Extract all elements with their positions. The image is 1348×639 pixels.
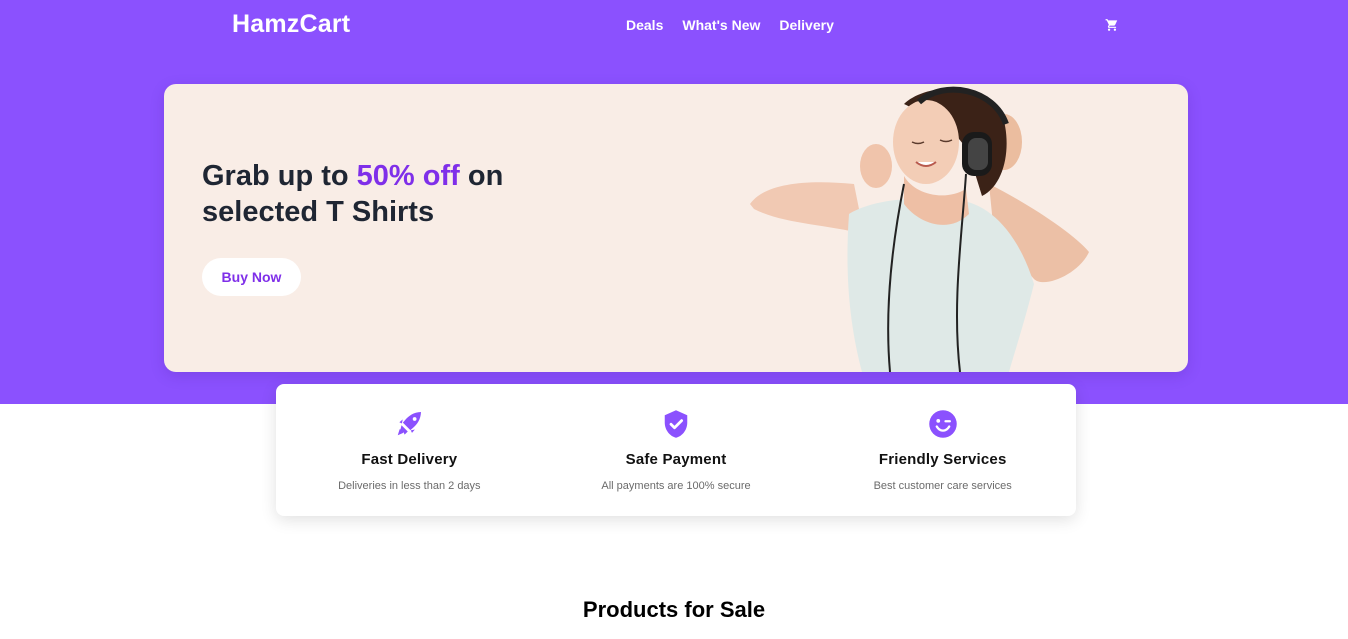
feature-title: Safe Payment (625, 451, 727, 468)
hero-title: Grab up to 50% off on selected T Shirts (202, 158, 622, 230)
nav-whats-new[interactable]: What's New (682, 17, 760, 33)
nav-deals[interactable]: Deals (626, 17, 663, 33)
cart-icon[interactable] (1105, 18, 1119, 32)
feature-fast-delivery: Fast Delivery Deliveries in less than 2 … (276, 384, 543, 516)
feature-desc: All payments are 100% secure (601, 480, 751, 492)
feature-safe-payment: Safe Payment All payments are 100% secur… (543, 384, 810, 516)
nav-delivery[interactable]: Delivery (779, 17, 833, 33)
feature-title: Friendly Services (878, 451, 1007, 468)
rocket-icon (398, 412, 422, 436)
hero-title-text: Grab up to (202, 160, 357, 192)
features-card: Fast Delivery Deliveries in less than 2 … (276, 384, 1076, 516)
brand-logo[interactable]: HamzCart (232, 10, 350, 39)
feature-friendly-services: Friendly Services Best customer care ser… (809, 384, 1076, 516)
buy-now-button[interactable]: Buy Now (202, 258, 301, 296)
shield-check-icon (664, 410, 688, 438)
feature-title: Fast Delivery (361, 451, 458, 468)
products-section-title: Products for Sale (582, 597, 766, 622)
hero-banner: Grab up to 50% off on selected T Shirts … (164, 84, 1188, 372)
wink-smile-icon (928, 410, 957, 438)
feature-desc: Deliveries in less than 2 days (338, 480, 481, 492)
hero-image (750, 86, 1089, 372)
feature-desc: Best customer care services (873, 480, 1012, 492)
hero-title-highlight: 50% off (356, 160, 460, 192)
main-nav: Deals What's New Delivery (626, 17, 834, 33)
header-band: HamzCart Deals What's New Delivery Grab … (0, 0, 1348, 404)
